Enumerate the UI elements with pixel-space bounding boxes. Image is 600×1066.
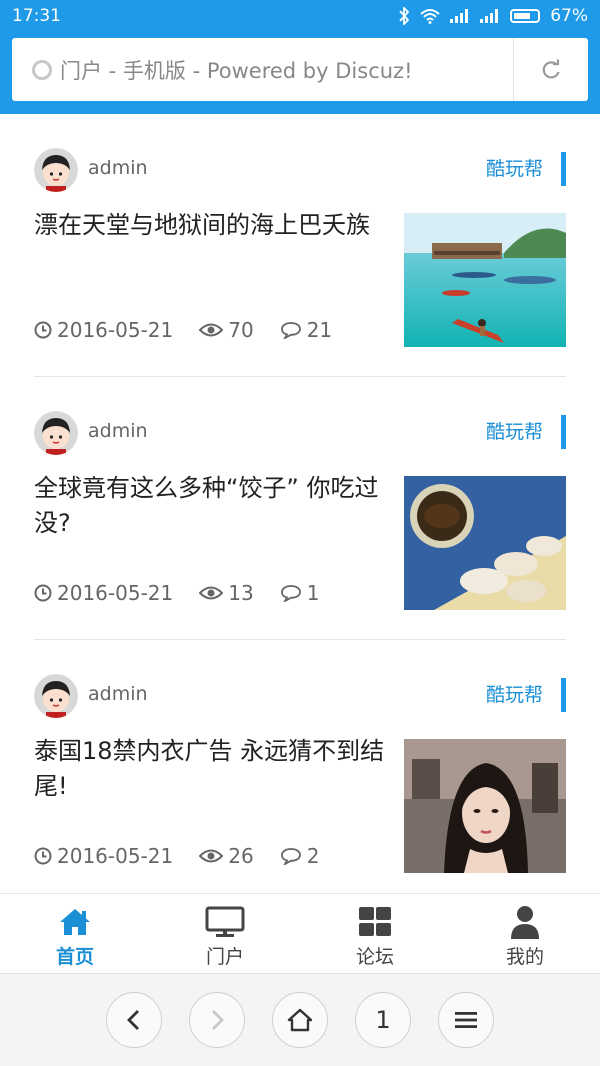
browser-header: 门户 - 手机版 - Powered by Discuz! (0, 32, 600, 114)
category-tag[interactable]: 酷玩帮 (486, 152, 566, 186)
bottom-tab-bar: 首页 门户 论坛 我的 (0, 893, 600, 973)
menu-icon (455, 1012, 477, 1028)
comment-count: 2 (280, 844, 320, 868)
comment-count: 1 (280, 581, 320, 605)
tab-forum[interactable]: 论坛 (300, 894, 450, 973)
tab-portal[interactable]: 门户 (150, 894, 300, 973)
chevron-left-icon (127, 1010, 139, 1030)
avatar[interactable] (34, 674, 78, 718)
article-card[interactable]: admin 酷玩帮 泰国18禁内衣广告 永远猜不到结尾! 2016-05-21 (34, 640, 566, 892)
comment-icon (280, 585, 301, 602)
tab-me-label: 我的 (505, 946, 544, 968)
author-name[interactable]: admin (88, 420, 148, 442)
back-button[interactable] (106, 992, 162, 1048)
tab-portal-label: 门户 (205, 946, 244, 968)
clock-icon (34, 847, 52, 865)
clock-icon (34, 321, 52, 339)
forward-button[interactable] (189, 992, 245, 1048)
view-count: 13 (199, 581, 254, 605)
article-title[interactable]: 全球竟有这么多种“饺子” 你吃过没? (34, 471, 386, 541)
eye-icon (199, 586, 224, 600)
comment-count-text: 2 (306, 844, 320, 868)
article-feed: admin 酷玩帮 漂在天堂与地狱间的海上巴夭族 2016-05-21 70 2… (0, 114, 600, 892)
view-count-text: 26 (228, 844, 254, 868)
signal-icon (450, 9, 469, 23)
status-icons: 67% (398, 6, 588, 26)
article-thumbnail[interactable] (404, 739, 566, 873)
tab-home[interactable]: 首页 (0, 894, 150, 973)
comment-icon (280, 322, 301, 339)
browser-toolbar: 1 (0, 973, 600, 1066)
view-count: 26 (199, 844, 254, 868)
article-thumbnail[interactable] (404, 213, 566, 347)
address-text[interactable]: 门户 - 手机版 - Powered by Discuz! (60, 55, 513, 85)
tab-me[interactable]: 我的 (450, 894, 600, 973)
refresh-icon (542, 59, 560, 78)
menu-button[interactable] (438, 992, 494, 1048)
eye-icon (199, 849, 224, 863)
signal-icon-2 (480, 9, 499, 23)
avatar[interactable] (34, 148, 78, 192)
article-meta: 2016-05-21 70 21 (34, 318, 358, 342)
home-icon (60, 909, 90, 935)
avatar[interactable] (34, 411, 78, 455)
user-icon (511, 906, 539, 939)
comment-count: 21 (280, 318, 332, 342)
article-title[interactable]: 泰国18禁内衣广告 永远猜不到结尾! (34, 734, 386, 804)
post-date: 2016-05-21 (34, 844, 173, 868)
view-count-text: 13 (228, 581, 254, 605)
view-count: 70 (199, 318, 254, 342)
date-text: 2016-05-21 (57, 318, 174, 342)
clock-icon (34, 584, 52, 602)
monitor-icon (205, 906, 245, 937)
status-bar: 17:31 67% (0, 0, 600, 32)
article-meta: 2016-05-21 13 1 (34, 581, 345, 605)
chevron-right-icon (212, 1010, 224, 1030)
wifi-icon (420, 9, 440, 24)
battery-icon (510, 9, 541, 23)
author-name[interactable]: admin (88, 157, 148, 179)
date-text: 2016-05-21 (57, 844, 174, 868)
status-time: 17:31 (12, 6, 61, 26)
article-card[interactable]: admin 酷玩帮 漂在天堂与地狱间的海上巴夭族 2016-05-21 70 2… (34, 114, 566, 377)
post-date: 2016-05-21 (34, 581, 173, 605)
article-card[interactable]: admin 酷玩帮 全球竟有这么多种“饺子” 你吃过没? 2016-05-21 (34, 377, 566, 640)
bluetooth-icon (399, 7, 410, 25)
article-thumbnail[interactable] (404, 476, 566, 610)
article-meta: 2016-05-21 26 2 (34, 844, 345, 868)
tab-forum-label: 论坛 (355, 946, 394, 968)
address-bar[interactable]: 门户 - 手机版 - Powered by Discuz! (12, 38, 588, 101)
tab-home-label: 首页 (55, 946, 94, 968)
author-name[interactable]: admin (88, 683, 148, 705)
article-title[interactable]: 漂在天堂与地狱间的海上巴夭族 (34, 208, 386, 243)
comment-count-text: 1 (306, 581, 320, 605)
date-text: 2016-05-21 (57, 581, 174, 605)
browser-home-button[interactable] (272, 992, 328, 1048)
grid-icon (359, 907, 391, 936)
post-date: 2016-05-21 (34, 318, 173, 342)
tabs-button[interactable]: 1 (355, 992, 411, 1048)
battery-percent: 67% (550, 6, 588, 26)
comment-count-text: 21 (306, 318, 333, 342)
home-outline-icon (287, 1008, 313, 1032)
category-tag[interactable]: 酷玩帮 (486, 678, 566, 712)
comment-icon (280, 848, 301, 865)
site-logo-icon (32, 59, 52, 80)
category-tag[interactable]: 酷玩帮 (486, 415, 566, 449)
view-count-text: 70 (228, 318, 254, 342)
tab-count: 1 (375, 1006, 391, 1034)
eye-icon (199, 323, 224, 337)
refresh-button[interactable] (513, 38, 588, 101)
